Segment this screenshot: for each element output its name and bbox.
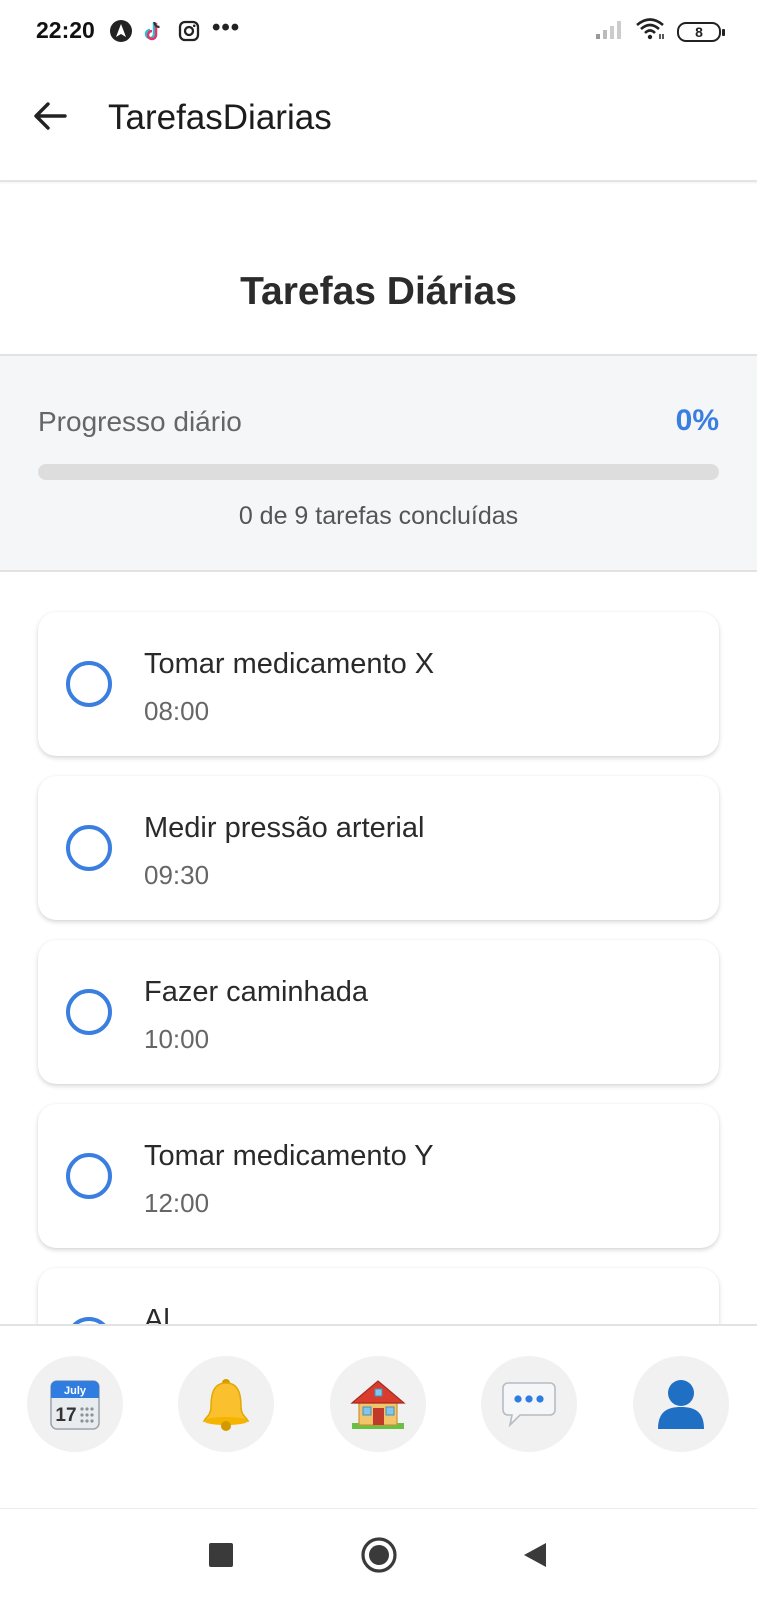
task-checkbox[interactable] [66,661,112,707]
navigation-icon [108,18,134,44]
task-card[interactable]: Tomar medicamento X 08:00 [38,612,719,756]
task-title: Tomar medicamento X [144,648,435,680]
task-card[interactable]: Tomar medicamento Y 12:00 [38,1104,719,1248]
task-time: 09:30 [144,860,210,890]
system-nav-bar [0,1508,757,1601]
page-title: Tarefas Diárias [240,270,517,313]
app-bar: TarefasDiarias [0,62,757,182]
nav-notifications-button[interactable] [178,1356,274,1452]
task-title: Fazer caminhada [144,976,369,1008]
battery-icon: 8 [677,21,725,42]
home-button[interactable] [359,1535,399,1575]
calendar-day: 17 [55,1405,76,1426]
task-title: Al [144,1304,170,1324]
system-back-button[interactable] [515,1535,555,1575]
nav-profile-button[interactable] [633,1356,729,1452]
signal-icon [595,18,625,45]
progress-label: Progresso diário [38,406,242,437]
task-card[interactable]: Fazer caminhada 10:00 [38,940,719,1084]
task-list[interactable]: Tomar medicamento X 08:00 Medir pressão … [0,572,757,1324]
nav-calendar-button[interactable]: July 17 [27,1356,123,1452]
progress-section: Progresso diário 0% 0 de 9 tarefas concl… [0,354,757,572]
progress-percent: 0% [675,404,719,437]
task-checkbox[interactable] [66,825,112,871]
task-checkbox[interactable] [66,1317,112,1324]
app-bar-title: TarefasDiarias [108,98,332,137]
arrow-left-icon [34,102,67,130]
task-checkbox[interactable] [66,1153,112,1199]
user-icon [658,1380,704,1429]
wifi-icon [635,17,667,46]
progress-bar [38,464,719,480]
back-button[interactable] [26,92,74,140]
task-card[interactable]: Al [38,1268,719,1324]
nav-chat-button[interactable] [481,1356,577,1452]
bottom-nav: July 17 [0,1324,757,1508]
recents-button[interactable] [201,1535,241,1575]
status-bar: 22:20 ••• 8 [0,0,757,62]
calendar-icon: July 17 [50,1380,100,1430]
recents-icon [209,1543,233,1567]
progress-summary: 0 de 9 tarefas concluídas [238,502,519,530]
status-right: 8 [595,17,725,46]
bell-icon [202,1379,250,1431]
status-time: 22:20 [36,17,95,43]
task-title: Medir pressão arterial [144,812,425,844]
task-checkbox[interactable] [66,989,112,1035]
task-title: Tomar medicamento Y [144,1140,434,1172]
instagram-icon [176,18,202,44]
task-time: 08:00 [144,696,210,726]
home-circle-icon [361,1537,397,1573]
chat-bubble-icon [502,1382,556,1428]
back-triangle-icon [524,1543,546,1567]
task-card[interactable]: Medir pressão arterial 09:30 [38,776,719,920]
tiktok-icon [140,18,166,44]
task-time: 10:00 [144,1024,210,1054]
more-notifications-icon: ••• [212,14,241,41]
nav-home-button[interactable] [330,1356,426,1452]
task-time: 12:00 [144,1188,210,1218]
calendar-month: July [64,1385,87,1397]
house-icon [350,1380,406,1429]
